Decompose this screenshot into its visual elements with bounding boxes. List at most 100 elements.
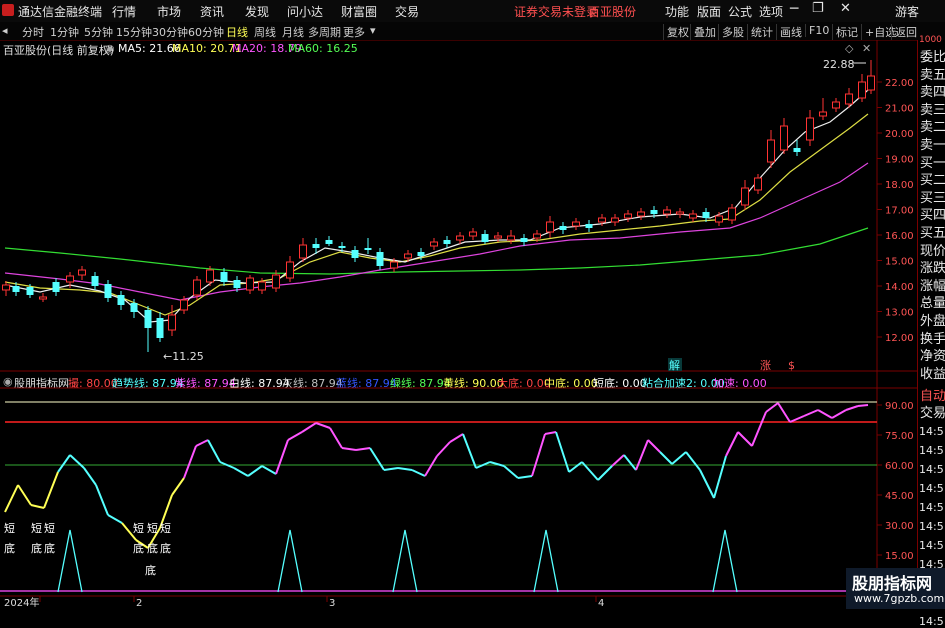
candle-body: [754, 177, 762, 191]
indicator-yaxis: 90.00 75.00 60.00 45.00 30.00 15.00: [877, 401, 914, 562]
spike: [392, 529, 418, 593]
oscillator-segment: [737, 431, 753, 447]
candle-body: [351, 250, 359, 258]
oscillator-segment: [301, 422, 317, 433]
oscillator-segment: [233, 467, 249, 477]
panel-item: 买二: [920, 173, 945, 189]
candle-body: [494, 235, 502, 239]
signal-short: 短: [31, 521, 42, 535]
candle-body: [867, 75, 875, 91]
oscillator-segment: [83, 467, 97, 486]
oscillator-segment: [315, 422, 331, 429]
candle-body: [456, 235, 464, 241]
panel-item: 卖二: [920, 120, 945, 136]
oscillator-segment: [95, 484, 109, 516]
oscillator-segment: [623, 454, 637, 471]
oscillator-segment: [17, 484, 32, 506]
ytick-label: 13.00: [885, 308, 914, 319]
panel-time: 14:5: [919, 444, 944, 457]
high-price-label: 22.88: [823, 58, 855, 71]
trade-toggle[interactable]: 交易: [920, 402, 945, 421]
panel-item: 外盘: [920, 314, 945, 329]
signal-bottom: 底: [160, 541, 171, 555]
oscillator-segment: [275, 439, 289, 475]
kline-chart[interactable]: 22.00 21.00 20.00 19.00 18.00 17.00 16.00 15.00…: [0, 0, 917, 609]
oscillator-segment: [777, 402, 791, 423]
signal-short: 短: [160, 521, 171, 535]
oscillator-segment: [411, 469, 426, 477]
oscillator-segment: [531, 433, 546, 477]
candle-body: [376, 252, 384, 266]
signal-bottom: 底: [31, 541, 42, 555]
candle-body: [299, 244, 307, 259]
oscillator-segment: [647, 439, 661, 453]
candle-body: [193, 279, 201, 296]
oscillator-segment: [803, 409, 819, 417]
ytick-label: 16.00: [885, 231, 914, 242]
candle-body: [91, 276, 99, 286]
candle-body: [144, 310, 152, 328]
oscillator-segment: [789, 415, 805, 423]
oscillator-segment: [685, 451, 701, 471]
spike: [57, 529, 83, 593]
panel-time: 14:5: [919, 520, 944, 533]
ma5-line: [4, 89, 869, 323]
oscillator-segment: [845, 405, 859, 411]
oscillator-segment: [699, 469, 715, 499]
candle-body: [650, 210, 658, 214]
ma20-line: [4, 162, 869, 301]
candle-body: [559, 226, 567, 230]
panel-item: 现价: [920, 243, 945, 259]
candle-body: [663, 209, 671, 215]
oscillator-segment: [261, 465, 277, 475]
candle-body: [469, 231, 477, 237]
panel-item: 买五: [920, 226, 945, 241]
candle-body: [390, 261, 398, 269]
oscillator-segment: [69, 454, 85, 469]
signal-short: 短: [147, 521, 158, 535]
ma10-line: [4, 113, 869, 316]
oscillator-segment: [857, 404, 869, 407]
oscillator-segment: [462, 433, 477, 469]
oscillator-segment: [831, 409, 847, 419]
signal-bottom: 底: [44, 541, 55, 555]
panel-time: 14:5: [919, 615, 944, 628]
spike: [533, 529, 559, 593]
candle-body: [52, 282, 60, 292]
signal-bottom: 底: [145, 563, 156, 577]
oscillator-segment: [517, 475, 533, 479]
panel-item: 委比: [920, 50, 945, 65]
ytick-label: 15.00: [885, 257, 914, 268]
candle-body: [637, 211, 645, 217]
candle-body: [156, 318, 164, 338]
spike-series: [57, 529, 738, 593]
oscillator-segment: [247, 465, 263, 477]
candle-body: [481, 234, 489, 242]
panel-item: 买三: [920, 190, 945, 206]
panel-top-label: 1000: [919, 35, 942, 45]
ytick-label: 18.00: [885, 180, 914, 191]
oscillator-segment: [195, 439, 209, 447]
oscillator-segment: [544, 431, 557, 435]
ytick-label: 14.00: [885, 282, 914, 293]
candle-body: [598, 217, 606, 223]
dollar-marker[interactable]: $: [788, 359, 795, 372]
limit-up-marker[interactable]: 涨: [760, 359, 771, 372]
watermark-url: www.7gpzb.com: [854, 592, 945, 605]
candle-body: [168, 314, 176, 331]
ytick-label: 45.00: [885, 491, 914, 502]
ytick-label: 15.00: [885, 551, 914, 562]
oscillator-segment: [817, 409, 833, 419]
xaxis-label-year: 2024年: [4, 596, 39, 609]
candle-body: [233, 280, 241, 288]
unlock-marker[interactable]: 解: [669, 358, 680, 372]
oscillator-segment: [171, 477, 185, 496]
oscillator-segment: [713, 455, 727, 499]
panel-item: 卖五: [920, 67, 945, 83]
candle-body: [26, 287, 34, 295]
oscillator-segment: [751, 411, 767, 447]
xaxis-label-feb: 2: [136, 598, 142, 609]
candle-body: [2, 284, 10, 291]
oscillator-segment: [436, 441, 451, 457]
watermark-logo: 股朋指标网 www.7gpzb.com: [846, 568, 945, 609]
